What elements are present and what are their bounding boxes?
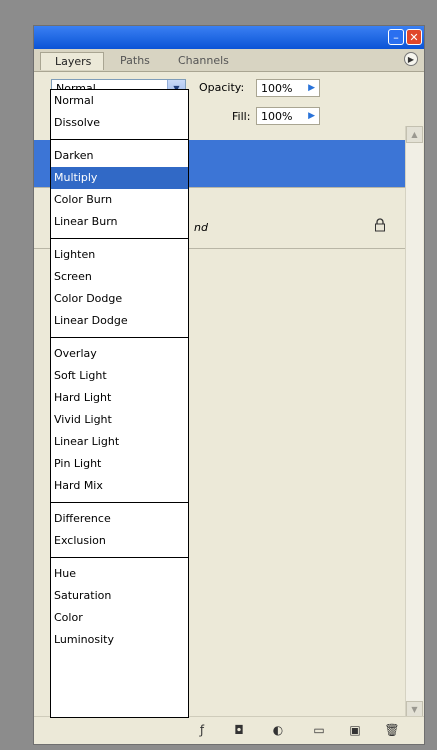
blend-mode-option[interactable]: Linear Light xyxy=(51,431,188,453)
chevron-down-icon: ▼ xyxy=(411,705,418,714)
blend-mode-option[interactable]: Pin Light xyxy=(51,453,188,475)
blend-mode-option[interactable]: Linear Burn xyxy=(51,211,188,233)
fill-value: 100% xyxy=(261,110,293,123)
tab-channels[interactable]: Channels xyxy=(164,52,246,70)
blend-mode-option[interactable]: Hue xyxy=(51,563,188,585)
title-bar: – ✕ xyxy=(34,26,424,49)
blend-mode-option[interactable]: Vivid Light xyxy=(51,409,188,431)
opacity-value: 100% xyxy=(261,82,293,95)
blend-mode-dropdown-list[interactable]: Normal Dissolve Darken Multiply Color Burn Li… xyxy=(50,89,189,718)
chevron-up-icon: ▲ xyxy=(411,130,418,139)
blend-mode-option[interactable]: Hard Light xyxy=(51,387,188,409)
mask-icon[interactable]: ◘ xyxy=(231,723,247,738)
fill-label: Fill: xyxy=(232,110,251,123)
blend-mode-option[interactable]: Normal xyxy=(51,90,188,112)
blend-mode-option[interactable]: Multiply xyxy=(51,167,188,189)
triangle-right-icon[interactable]: ▶ xyxy=(308,83,315,93)
background-layer-name[interactable]: nd xyxy=(194,221,208,234)
blend-mode-option[interactable]: Linear Dodge xyxy=(51,310,188,332)
layers-toolbar: ƒ ◘ ◐ ▭ ▣ 🗑 xyxy=(34,716,424,744)
triangle-right-icon[interactable]: ▶ xyxy=(308,111,315,121)
dropdown-separator xyxy=(51,233,188,244)
tab-layers[interactable]: Layers xyxy=(40,52,104,70)
fill-field[interactable]: 100% ▶ xyxy=(256,107,320,125)
scroll-up-button[interactable]: ▲ xyxy=(406,126,423,143)
adjustment-icon[interactable]: ◐ xyxy=(270,723,286,738)
blend-mode-option[interactable]: Exclusion xyxy=(51,530,188,552)
blend-mode-option[interactable]: Dissolve xyxy=(51,112,188,134)
blend-mode-option[interactable]: Color Burn xyxy=(51,189,188,211)
blend-mode-option[interactable]: Luminosity xyxy=(51,629,188,651)
blend-mode-option[interactable]: Screen xyxy=(51,266,188,288)
dropdown-separator xyxy=(51,552,188,563)
trash-icon[interactable]: 🗑 xyxy=(384,723,400,738)
tab-paths[interactable]: Paths xyxy=(106,52,164,70)
blend-mode-option[interactable]: Hard Mix xyxy=(51,475,188,497)
lock-icon xyxy=(375,218,385,232)
blend-mode-option[interactable]: Darken xyxy=(51,145,188,167)
opacity-label: Opacity: xyxy=(199,81,245,94)
blend-mode-option[interactable]: Saturation xyxy=(51,585,188,607)
panel-tabs: Layers Paths Channels ▶ xyxy=(34,49,424,72)
blend-mode-option[interactable]: Color xyxy=(51,607,188,629)
triangle-right-icon: ▶ xyxy=(407,54,415,64)
panel-menu-button[interactable]: ▶ xyxy=(404,52,418,66)
opacity-field[interactable]: 100% ▶ xyxy=(256,79,320,97)
close-button[interactable]: ✕ xyxy=(406,29,422,45)
dropdown-separator xyxy=(51,497,188,508)
dropdown-separator xyxy=(51,134,188,145)
layer-style-icon[interactable]: ƒ xyxy=(194,723,210,738)
blend-mode-option[interactable]: Color Dodge xyxy=(51,288,188,310)
vertical-scrollbar[interactable]: ▲ ▼ xyxy=(405,126,423,718)
minimize-button[interactable]: – xyxy=(388,29,404,45)
blend-mode-option[interactable]: Lighten xyxy=(51,244,188,266)
new-layer-icon[interactable]: ▣ xyxy=(347,723,363,738)
blend-mode-option[interactable]: Overlay xyxy=(51,343,188,365)
blend-mode-option[interactable]: Soft Light xyxy=(51,365,188,387)
group-icon[interactable]: ▭ xyxy=(311,723,327,738)
dropdown-separator xyxy=(51,332,188,343)
blend-mode-option[interactable]: Difference xyxy=(51,508,188,530)
